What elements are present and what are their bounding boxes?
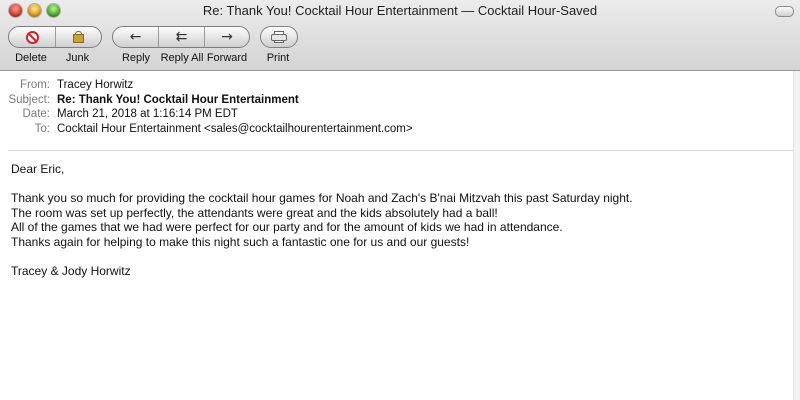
- junk-button[interactable]: [56, 27, 101, 47]
- reply-button[interactable]: ←: [113, 27, 158, 47]
- delete-icon: [25, 30, 39, 44]
- delete-label: Delete: [15, 52, 47, 64]
- body-line-3: All of the games that we had were perfec…: [11, 220, 563, 235]
- window-title: Re: Thank You! Cocktail Hour Entertainme…: [202, 3, 598, 18]
- subject-label: Subject:: [8, 93, 50, 106]
- delete-junk-control: [8, 26, 102, 48]
- reply-all-label: Reply All: [160, 52, 204, 64]
- toolbar: Delete Junk ← ⇇ → Reply Reply All Forwar…: [0, 24, 800, 70]
- message-headers: From: Tracey Horwitz Subject: Re: Thank …: [0, 79, 800, 137]
- message-body: Dear Eric, Thank you so much for providi…: [11, 162, 781, 279]
- reply-arrow-icon: ←: [129, 29, 142, 45]
- greeting: Dear Eric,: [11, 162, 65, 176]
- subject-value: Re: Thank You! Cocktail Hour Entertainme…: [57, 93, 299, 106]
- to-value[interactable]: Cocktail Hour Entertainment <sales@cockt…: [57, 123, 413, 135]
- reply-label: Reply: [121, 52, 151, 64]
- mail-window: Re: Thank You! Cocktail Hour Entertainme…: [0, 0, 800, 400]
- from-label: From:: [19, 79, 50, 91]
- body-line-2: The room was set up perfectly, the atten…: [11, 205, 498, 220]
- subject-row: Subject: Re: Thank You! Cocktail Hour En…: [0, 94, 800, 109]
- from-value[interactable]: Tracey Horwitz: [57, 79, 133, 91]
- signature: Tracey & Jody Horwitz: [11, 264, 131, 279]
- header-divider: [8, 150, 796, 151]
- date-row: Date: March 21, 2018 at 1:16:14 PM EDT: [0, 108, 800, 123]
- reply-forward-control: ← ⇇ →: [112, 26, 250, 48]
- toolbar-toggle-button[interactable]: [775, 6, 794, 17]
- from-row: From: Tracey Horwitz: [0, 79, 800, 94]
- date-label: Date:: [22, 108, 51, 120]
- reply-all-button[interactable]: ⇇: [159, 27, 204, 47]
- printer-icon: [271, 31, 287, 43]
- reply-all-arrow-icon: ⇇: [175, 29, 188, 45]
- to-row: To: Cocktail Hour Entertainment <sales@c…: [0, 123, 800, 138]
- body-line-1: Thank you so much for providing the cock…: [11, 191, 633, 206]
- print-control: [260, 26, 298, 48]
- junk-icon: [73, 31, 84, 43]
- body-line-4: Thanks again for helping to make this ni…: [11, 234, 470, 249]
- forward-label: Forward: [206, 52, 248, 64]
- delete-button[interactable]: [9, 27, 55, 47]
- message-scrollbar[interactable]: [793, 71, 800, 400]
- print-label: Print: [266, 52, 290, 64]
- to-label: To:: [34, 122, 50, 135]
- forward-button[interactable]: →: [205, 27, 249, 47]
- print-button[interactable]: [261, 27, 297, 47]
- window-chrome: Re: Thank You! Cocktail Hour Entertainme…: [0, 0, 800, 71]
- junk-label: Junk: [65, 52, 90, 64]
- date-value: March 21, 2018 at 1:16:14 PM EDT: [57, 108, 238, 120]
- title-bar: Re: Thank You! Cocktail Hour Entertainme…: [0, 0, 800, 24]
- forward-arrow-icon: →: [221, 29, 233, 45]
